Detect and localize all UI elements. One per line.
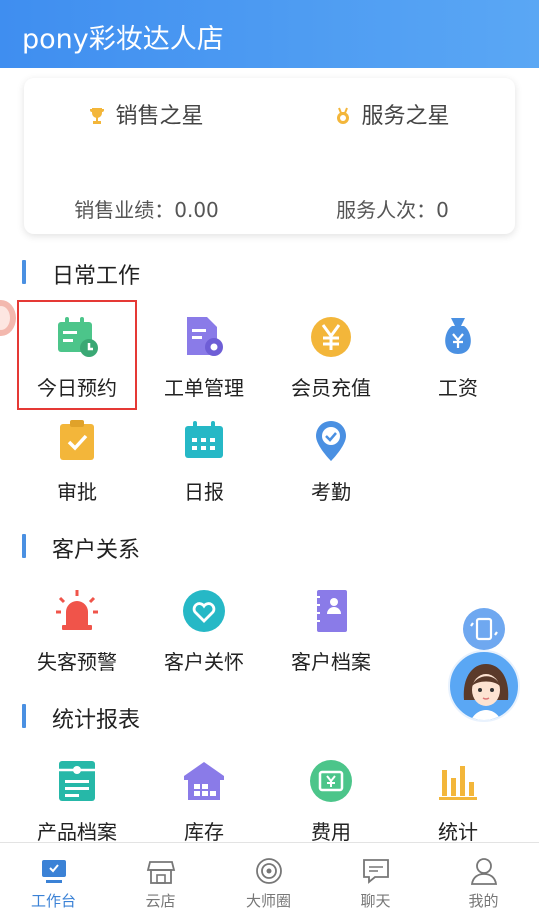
floating-switch-button[interactable] [463, 608, 505, 650]
item-label: 客户档案 [291, 650, 371, 674]
tab-cloud-store[interactable]: 云店 [107, 843, 214, 921]
item-label: 工单管理 [164, 376, 244, 400]
girl-avatar-icon [463, 664, 509, 720]
item-label: 今日预约 [37, 376, 117, 400]
item-salary[interactable]: 工资 [398, 314, 518, 401]
assistant-avatar[interactable] [448, 650, 520, 722]
item-work-order[interactable]: 工单管理 [144, 314, 264, 401]
heart-icon [183, 590, 225, 632]
item-approval[interactable]: 审批 [17, 418, 137, 505]
tab-label: 工作台 [30, 892, 76, 910]
item-label: 审批 [57, 480, 97, 504]
tab-label: 我的 [468, 892, 499, 910]
item-label: 日报 [184, 480, 224, 504]
tab-label: 大师圈 [245, 892, 291, 910]
calendar-clock-icon [58, 317, 98, 357]
product-file-icon [59, 761, 95, 801]
section-marker [22, 534, 26, 558]
star-card: 销售之星 销售业绩：0.00 服务之星 服务人次：0 [24, 78, 515, 234]
alarm-siren-icon [56, 590, 98, 630]
medal-icon [337, 107, 350, 124]
person-icon [470, 858, 497, 885]
item-inventory[interactable]: 库存 [144, 758, 264, 845]
service-count-value: 服务人次：0 [336, 198, 449, 222]
bar-chart-icon [439, 766, 477, 800]
section-title: 日常工作 [52, 264, 141, 289]
item-churn-alert[interactable]: 失客预警 [17, 588, 137, 675]
item-label: 库存 [184, 820, 224, 844]
tab-label: 聊天 [360, 892, 391, 910]
tab-workbench[interactable]: 工作台 [0, 843, 107, 921]
calendar-grid-icon [185, 421, 223, 458]
service-star-panel[interactable]: 服务之星 服务人次：0 [270, 78, 515, 234]
item-label: 失客预警 [37, 650, 117, 674]
item-label: 考勤 [311, 480, 351, 504]
swap-icon [470, 617, 498, 641]
item-label: 统计 [438, 820, 478, 844]
store-title: pony彩妆达人店 [22, 24, 224, 55]
item-attendance[interactable]: 考勤 [271, 418, 391, 505]
item-label: 产品档案 [37, 820, 117, 844]
section-marker [22, 704, 26, 728]
tab-master-circle[interactable]: 大师圈 [215, 843, 322, 921]
sales-performance-value: 销售业绩：0.00 [74, 198, 219, 222]
item-statistics[interactable]: 统计 [398, 758, 518, 845]
tab-chat[interactable]: 聊天 [322, 843, 429, 921]
section-title: 统计报表 [52, 708, 141, 733]
item-today-appointment[interactable]: 今日预约 [17, 314, 137, 401]
money-bag-icon [445, 318, 471, 354]
item-product-file[interactable]: 产品档案 [17, 758, 137, 845]
section-title: 客户关系 [52, 538, 141, 563]
app-header: pony彩妆达人店 [0, 0, 539, 68]
item-label: 会员充值 [291, 376, 371, 400]
yen-ticket-icon [310, 760, 352, 802]
store-icon [146, 861, 175, 884]
tab-label: 云店 [145, 892, 176, 910]
chat-icon [362, 859, 389, 884]
floating-ring-icon[interactable] [0, 300, 16, 336]
item-label: 工资 [438, 376, 478, 400]
service-star-title: 服务之星 [361, 104, 450, 129]
circle-icon [255, 858, 282, 884]
section-marker [22, 260, 26, 284]
document-gear-icon [187, 317, 223, 356]
tab-mine[interactable]: 我的 [430, 843, 537, 921]
item-member-recharge[interactable]: 会员充值 [271, 314, 391, 401]
trophy-icon [90, 108, 105, 124]
bottom-tab-bar: 工作台 云店 大师圈 聊天 我的 [0, 842, 539, 921]
sales-star-title: 销售之星 [115, 104, 204, 129]
warehouse-icon [184, 762, 224, 800]
clipboard-check-icon [60, 420, 94, 460]
notebook-icon [314, 590, 347, 632]
item-customer-file[interactable]: 客户档案 [271, 588, 391, 675]
item-label: 客户关怀 [164, 650, 244, 674]
desk-icon [41, 860, 66, 883]
item-expenses[interactable]: 费用 [271, 758, 391, 845]
sales-star-panel[interactable]: 销售之星 销售业绩：0.00 [24, 78, 269, 234]
location-check-icon [316, 421, 346, 461]
item-customer-care[interactable]: 客户关怀 [144, 588, 264, 675]
item-label: 费用 [311, 820, 351, 844]
item-daily-report[interactable]: 日报 [144, 418, 264, 505]
yen-coin-icon [311, 317, 351, 357]
